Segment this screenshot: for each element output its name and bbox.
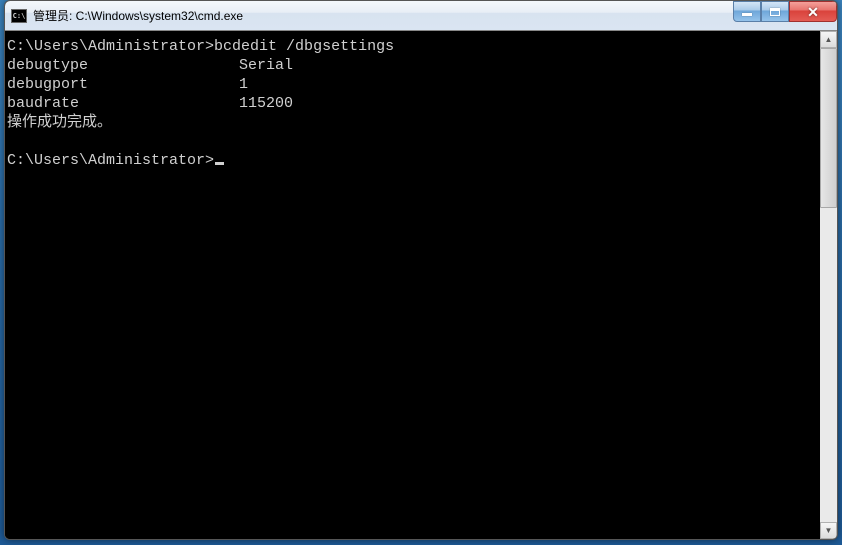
prompt: C:\Users\Administrator>	[7, 152, 214, 169]
output-value: 115200	[239, 95, 293, 112]
minimize-icon	[742, 13, 752, 16]
cursor	[215, 162, 224, 165]
output-key: baudrate	[7, 94, 239, 113]
output-key: debugtype	[7, 56, 239, 75]
vertical-scrollbar[interactable]: ▲ ▼	[820, 31, 837, 539]
chevron-up-icon: ▲	[825, 35, 833, 44]
scroll-up-button[interactable]: ▲	[820, 31, 837, 48]
scroll-down-button[interactable]: ▼	[820, 522, 837, 539]
close-button[interactable]: ✕	[789, 1, 837, 22]
console-output[interactable]: C:\Users\Administrator>bcdedit /dbgsetti…	[5, 31, 820, 539]
scrollbar-thumb[interactable]	[820, 48, 837, 208]
cmd-window: C:\ 管理员: C:\Windows\system32\cmd.exe ✕ C…	[4, 0, 838, 540]
close-icon: ✕	[807, 5, 819, 19]
prompt: C:\Users\Administrator>	[7, 38, 214, 55]
chevron-down-icon: ▼	[825, 526, 833, 535]
titlebar[interactable]: C:\ 管理员: C:\Windows\system32\cmd.exe ✕	[5, 1, 837, 31]
app-icon: C:\	[11, 9, 27, 23]
output-value: Serial	[239, 57, 293, 74]
minimize-button[interactable]	[733, 1, 761, 22]
scrollbar-track[interactable]	[820, 48, 837, 522]
success-message: 操作成功完成。	[7, 113, 818, 132]
console-area: C:\Users\Administrator>bcdedit /dbgsetti…	[5, 31, 837, 539]
command-text: bcdedit /dbgsettings	[214, 38, 394, 55]
window-controls: ✕	[733, 1, 837, 22]
maximize-icon	[770, 8, 780, 16]
maximize-button[interactable]	[761, 1, 789, 22]
output-value: 1	[239, 76, 248, 93]
output-key: debugport	[7, 75, 239, 94]
window-title: 管理员: C:\Windows\system32\cmd.exe	[33, 7, 243, 24]
